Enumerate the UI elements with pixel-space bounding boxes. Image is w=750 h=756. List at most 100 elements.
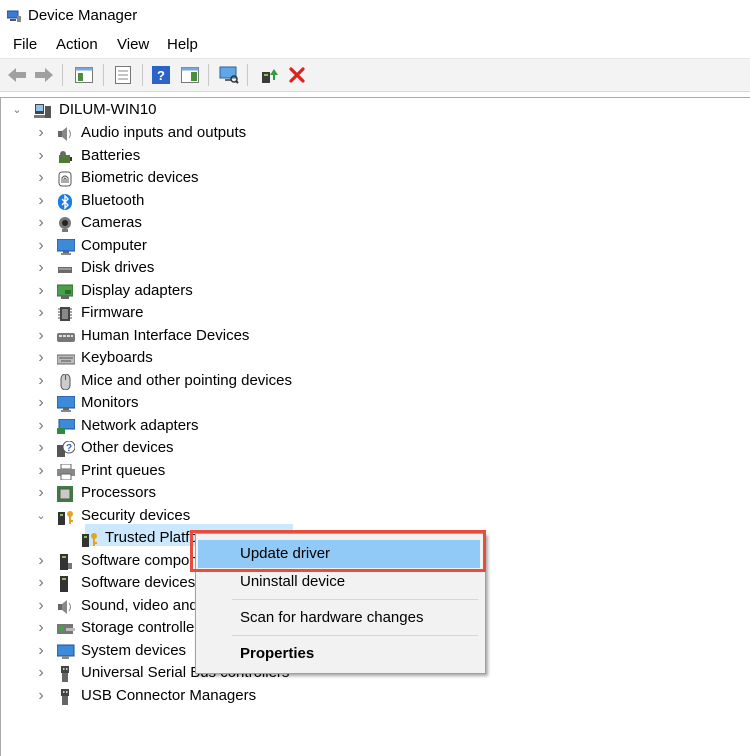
tree-category-item[interactable]: ⌄ Security devices	[1, 505, 331, 527]
chevron-right-icon[interactable]: ›	[36, 662, 46, 684]
update-driver-icon[interactable]	[258, 64, 280, 86]
tree-item-label: Human Interface Devices	[81, 326, 250, 344]
chevron-right-icon[interactable]: ›	[36, 415, 46, 437]
tree-item-label: Computer	[81, 236, 147, 254]
printer-icon	[57, 463, 75, 480]
disk-drive-icon	[57, 261, 73, 277]
tree-category-item[interactable]: › Keyboards	[1, 347, 331, 369]
tree-item-label: Other devices	[81, 439, 174, 456]
chevron-right-icon[interactable]: ›	[36, 122, 46, 144]
chevron-right-icon[interactable]: ›	[36, 640, 46, 662]
tree-item-label: Security devices	[81, 506, 191, 524]
chevron-right-icon[interactable]: ›	[36, 167, 46, 189]
tree-item-label: Processors	[81, 484, 157, 501]
fingerprint-icon	[57, 171, 73, 187]
tree-item-label: Print queues	[81, 461, 166, 479]
processor-icon	[57, 486, 73, 502]
svg-text:?: ?	[66, 443, 72, 454]
chevron-right-icon[interactable]: ›	[36, 235, 46, 257]
chevron-right-icon[interactable]: ›	[36, 370, 46, 392]
chevron-right-icon[interactable]: ›	[36, 685, 46, 707]
device-manager-app-icon	[6, 9, 21, 22]
chevron-right-icon[interactable]: ›	[36, 392, 46, 414]
window-title: Device Manager	[28, 7, 138, 24]
tree-category-item[interactable]: › Mice and other pointing devices	[1, 370, 331, 392]
tree-category-item[interactable]: › Print queues	[1, 460, 331, 482]
forward-arrow-icon[interactable]	[33, 64, 55, 86]
tree-category-item[interactable]: › Cameras	[1, 212, 331, 234]
chevron-down-icon[interactable]: ⌄	[36, 505, 46, 527]
menu-bar: File Action View Help	[0, 32, 750, 59]
system-devices-icon	[57, 644, 75, 660]
tree-category-item[interactable]: › Monitors	[1, 392, 331, 414]
chevron-right-icon[interactable]: ›	[36, 595, 46, 617]
display-adapter-icon	[57, 284, 73, 300]
menu-view[interactable]: View	[117, 36, 149, 53]
tree-category-item[interactable]: › USB Connector Managers	[1, 685, 331, 707]
chevron-right-icon[interactable]: ›	[36, 190, 46, 212]
chevron-right-icon[interactable]: ›	[36, 212, 46, 234]
network-adapter-icon	[57, 418, 75, 435]
tree-category-item[interactable]: › Processors	[1, 482, 331, 504]
help-icon[interactable]: ?	[150, 64, 172, 86]
tree-category-item[interactable]: › Audio inputs and outputs	[1, 122, 331, 144]
tree-category-item[interactable]: › Firmware	[1, 302, 331, 324]
tree-item-label: Storage controllers	[81, 619, 207, 636]
tree-item-label: USB Connector Managers	[81, 686, 257, 704]
menu-file[interactable]: File	[13, 36, 37, 53]
svg-text:?: ?	[157, 68, 165, 83]
back-arrow-icon[interactable]	[6, 64, 28, 86]
properties-icon[interactable]	[112, 64, 134, 86]
scan-hardware-changes-icon[interactable]	[218, 64, 240, 86]
storage-controller-icon	[57, 621, 75, 637]
chevron-right-icon[interactable]: ›	[36, 437, 46, 459]
tree-item-label: Firmware	[81, 304, 144, 321]
security-device-icon	[57, 509, 73, 525]
speaker-icon	[57, 126, 73, 142]
bluetooth-icon	[57, 193, 73, 210]
tree-item-label: Keyboards	[81, 349, 153, 366]
chevron-right-icon[interactable]: ›	[36, 302, 46, 324]
chevron-right-icon[interactable]: ›	[36, 347, 46, 369]
menu-item-scan-hardware[interactable]: Scan for hardware changes	[198, 604, 480, 632]
menu-item-properties[interactable]: Properties	[198, 640, 480, 668]
tree-category-item[interactable]: ›? Other devices	[1, 437, 331, 459]
software-device-icon	[57, 576, 73, 592]
chevron-right-icon[interactable]: ›	[36, 572, 46, 594]
tree-category-item[interactable]: › Computer	[1, 235, 331, 257]
chevron-right-icon[interactable]: ›	[36, 482, 46, 504]
tree-category-item[interactable]: › Biometric devices	[1, 167, 331, 189]
chevron-right-icon[interactable]: ›	[36, 550, 46, 572]
chevron-right-icon[interactable]: ›	[36, 145, 46, 167]
tree-item-label: System devices	[81, 641, 187, 659]
chevron-right-icon[interactable]: ›	[36, 325, 46, 347]
tree-item-label: Cameras	[81, 214, 142, 231]
chevron-right-icon[interactable]: ›	[36, 617, 46, 639]
tree-category-item[interactable]: › Batteries	[1, 145, 331, 167]
tree-item-label: Audio inputs and outputs	[81, 124, 247, 141]
tree-item-label: Bluetooth	[81, 191, 145, 209]
tree-category-item[interactable]: › Display adapters	[1, 280, 331, 302]
tree-root[interactable]: ⌄ DILUM-WIN10	[1, 99, 301, 121]
tree-category-item[interactable]: › Human Interface Devices	[1, 325, 331, 347]
monitor-icon	[57, 396, 75, 412]
chevron-down-icon[interactable]: ⌄	[12, 99, 22, 121]
tree-item-label: Software devices	[81, 574, 196, 591]
show-hide-console-tree-icon[interactable]	[73, 64, 95, 86]
chevron-right-icon[interactable]: ›	[36, 280, 46, 302]
uninstall-device-icon[interactable]	[286, 64, 308, 86]
menu-item-uninstall-device[interactable]: Uninstall device	[198, 568, 480, 596]
tree-category-item[interactable]: › Disk drives	[1, 257, 331, 279]
computer-root-icon	[34, 103, 51, 119]
software-component-icon	[57, 553, 73, 570]
chevron-right-icon[interactable]: ›	[36, 257, 46, 279]
chevron-right-icon[interactable]: ›	[36, 460, 46, 482]
tree-category-item[interactable]: › Network adapters	[1, 415, 331, 437]
usb-icon	[57, 666, 73, 682]
menu-action[interactable]: Action	[56, 36, 98, 53]
menu-help[interactable]: Help	[167, 36, 198, 53]
action-pane-icon[interactable]	[179, 64, 201, 86]
tree-category-item[interactable]: › Bluetooth	[1, 190, 331, 212]
usb-icon	[57, 688, 73, 705]
title-bar: Device Manager	[0, 0, 750, 32]
